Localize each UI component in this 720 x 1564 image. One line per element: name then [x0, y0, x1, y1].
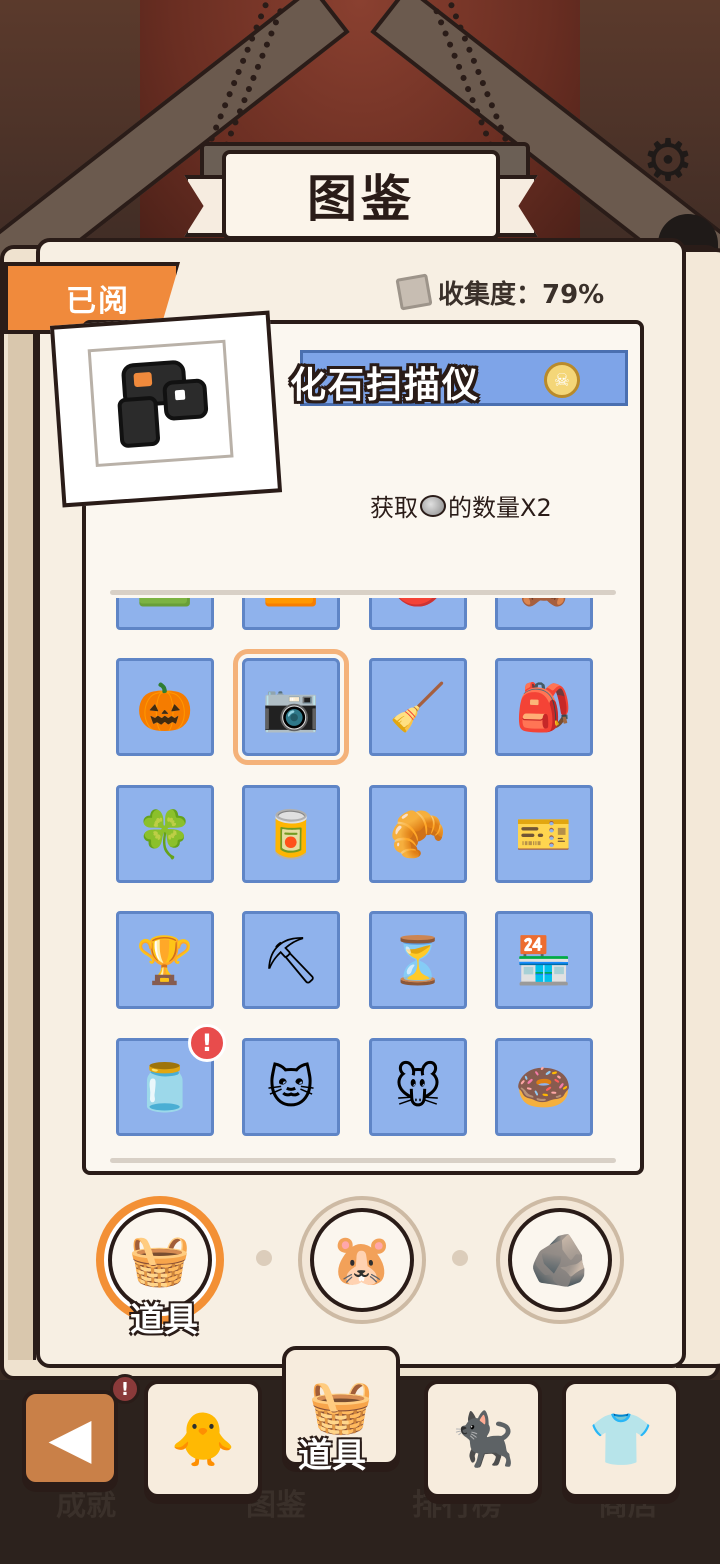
pumpkin-icon: 🎃 [136, 680, 194, 734]
beanbag-icon: 🥐 [389, 807, 447, 861]
nav-leaderboard-button[interactable]: 🐈‍⬛ [424, 1380, 542, 1498]
item-polaroid [49, 310, 283, 508]
category-fossils-button[interactable]: 🪨 [496, 1196, 624, 1324]
grid-cell[interactable]: 🎒 [495, 658, 593, 756]
fossil-scanner-icon [117, 360, 209, 448]
grid-cell[interactable]: 🎃 [116, 658, 214, 756]
trophy-icon: 🏆 [136, 933, 194, 987]
cell-icon: ⭕ [389, 598, 446, 604]
grid-cell[interactable]: 🥐 [369, 785, 467, 883]
rocks-icon: 🪨 [508, 1208, 612, 1312]
effect-suffix: 的数量X2 [448, 494, 552, 522]
category-dot [452, 1250, 468, 1266]
grid-cell-selected[interactable]: 📷 [233, 649, 349, 765]
back-button[interactable]: ◀ [22, 1390, 118, 1486]
toy-mouse-icon: 🐭 [394, 1060, 442, 1114]
book-spine [8, 270, 36, 1360]
cell-icon: 🟧 [262, 598, 319, 604]
grid-bottom-divider [110, 1158, 616, 1163]
grid-top-divider [110, 590, 616, 595]
collection-progress: 收集度：79% [395, 272, 605, 312]
effect-prefix: 获取 [370, 494, 418, 522]
jar-icon: 🫙 [136, 1060, 194, 1114]
grid-cell[interactable]: 🐱 [242, 1038, 340, 1136]
item-effect: 获取 的数量X2 [370, 488, 552, 523]
title-banner: 图鉴 [222, 150, 500, 240]
grid-cell[interactable]: 🏆 [116, 911, 214, 1009]
nav-active-label: 道具 [298, 1436, 366, 1476]
nav-achievements-button[interactable]: 🐥 [144, 1380, 262, 1498]
coin-badge-icon: ☠ [544, 362, 580, 398]
grid-cell[interactable]: 🟧 [242, 598, 340, 630]
grid-cell[interactable]: ⭕ [369, 598, 467, 630]
grid-cell[interactable]: 🎫 [495, 785, 593, 883]
grid-cell[interactable]: 🧹 [369, 658, 467, 756]
read-tag-label: 已阅 [66, 284, 130, 319]
category-pets-button[interactable]: 🐹 [298, 1196, 426, 1324]
grid-cell[interactable]: 🍀 [116, 785, 214, 883]
broom-icon: 🧹 [389, 680, 447, 734]
grid-cell[interactable]: 🟩 [116, 598, 214, 630]
grid-cell[interactable]: 🍩 [495, 1038, 593, 1136]
cell-icon: 🧸 [515, 598, 572, 604]
chick-icon: 🐥 [170, 1409, 236, 1470]
nav-label-achievements: 成就 [56, 1488, 116, 1523]
pickaxe-icon: ⛏ [261, 933, 321, 987]
category-dot [256, 1250, 272, 1266]
item-preview [87, 339, 234, 468]
can-opener-icon: 🥫 [262, 807, 320, 861]
clover-charm-icon: 🍀 [136, 807, 194, 861]
cat-bag-icon: 🐱 [267, 1060, 315, 1114]
grid-cell[interactable]: 🥫 [242, 785, 340, 883]
hamster-icon: 🐹 [310, 1208, 414, 1312]
donut-icon: 🍩 [515, 1060, 573, 1114]
nav-alert-badge: ! [110, 1374, 140, 1404]
hourglass-icon: ⏳ [389, 933, 447, 987]
item-name: 化石扫描仪 [290, 365, 481, 406]
grid-cell[interactable]: ⏳ [369, 911, 467, 1009]
fossil-scanner-icon: 📷 [262, 680, 320, 734]
cell-icon: 🟩 [136, 598, 193, 604]
grid-cell[interactable]: 🐭 [369, 1038, 467, 1136]
nav-shop-button[interactable]: 👕 [562, 1380, 680, 1498]
shirt-icon: 👕 [588, 1409, 654, 1470]
page-title: 图鉴 [307, 170, 415, 228]
category-active-label: 道具 [130, 1300, 198, 1340]
shop-icon: 🏪 [515, 933, 573, 987]
grid-cell[interactable]: 🧸 [495, 598, 593, 630]
fanny-pack-icon: 🎒 [515, 680, 573, 734]
item-grid[interactable]: 🟩 🟧 ⭕ 🧸 🎃 📷 🧹 🎒 🍀 🥫 🥐 🎫 🏆 ⛏ ⏳ 🏪 🫙 🐱 🐭 🍩 [100, 598, 620, 1148]
grid-cell[interactable]: ⛏ [242, 911, 340, 1009]
grid-cell[interactable]: 🏪 [495, 911, 593, 1009]
book-icon [395, 273, 433, 311]
fossil-icon [420, 494, 446, 517]
collection-progress-label: 收集度：79% [438, 279, 605, 310]
discount-ticket-icon: 🎫 [515, 807, 573, 861]
settings-gear-icon[interactable]: ⚙ [638, 130, 698, 190]
new-item-alert-badge: ! [188, 1024, 226, 1062]
black-cat-icon: 🐈‍⬛ [450, 1409, 516, 1470]
